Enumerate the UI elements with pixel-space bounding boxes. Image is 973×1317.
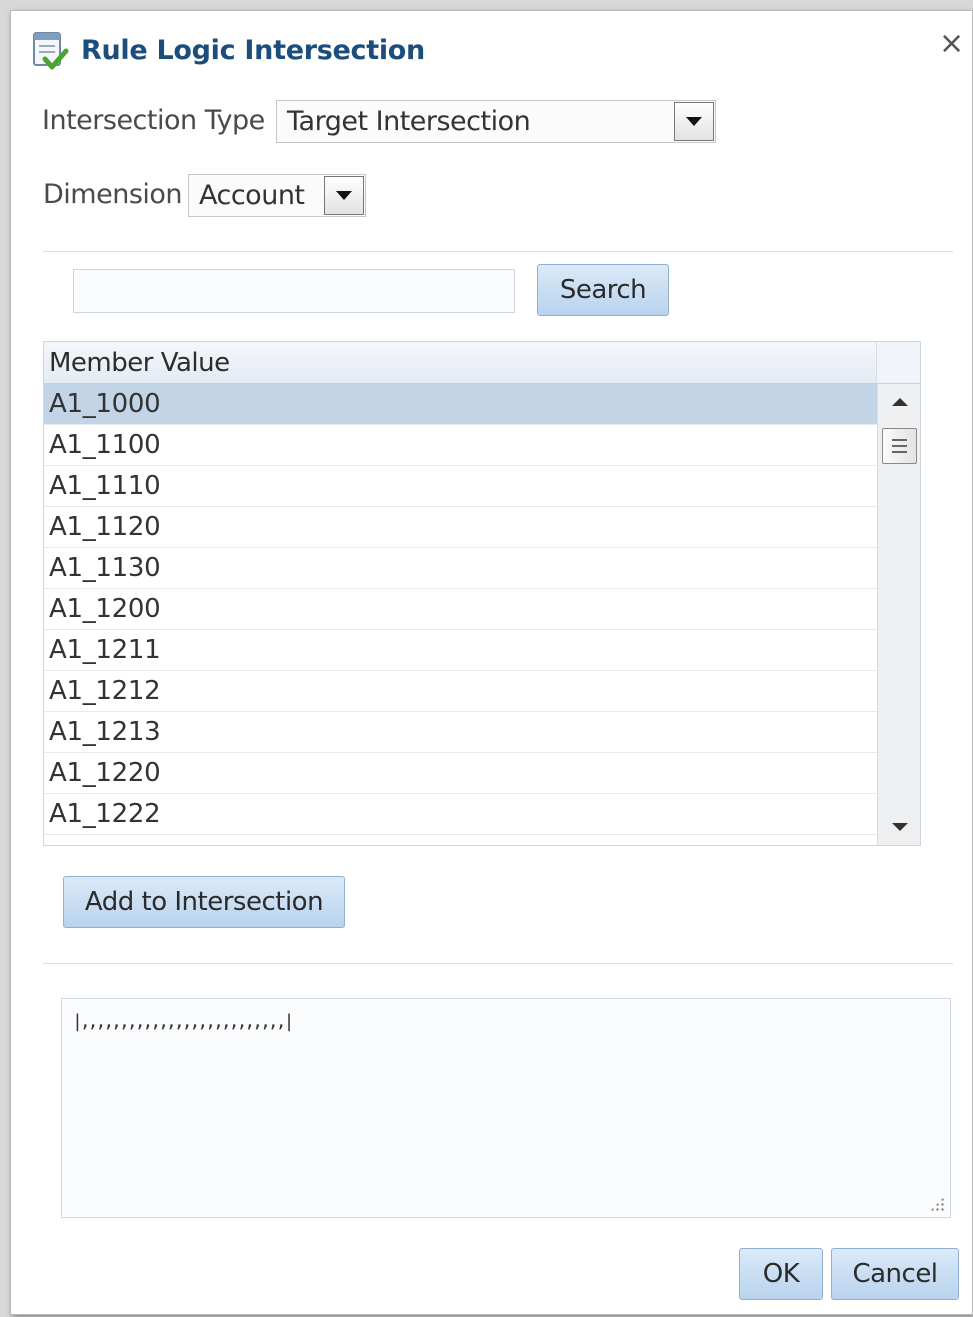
scroll-thumb[interactable]	[882, 428, 917, 464]
intersection-textarea[interactable]: |,,,,,,,,,,,,,,,,,,,,,,,,,,|	[61, 998, 951, 1218]
close-icon[interactable]: ×	[939, 29, 964, 59]
table-row[interactable]: A1_1220	[44, 753, 877, 794]
table-row[interactable]: A1_1212	[44, 671, 877, 712]
dialog-title: Rule Logic Intersection	[81, 35, 425, 66]
checklist-icon	[33, 32, 69, 70]
dimension-label: Dimension	[43, 179, 183, 210]
resize-grip-icon[interactable]	[930, 1197, 944, 1211]
chevron-down-icon[interactable]	[324, 176, 364, 215]
dimension-value: Account	[199, 180, 305, 211]
ok-button[interactable]: OK	[739, 1248, 823, 1300]
intersection-text: |,,,,,,,,,,,,,,,,,,,,,,,,,,|	[72, 1011, 294, 1032]
intersection-type-select[interactable]: Target Intersection	[276, 100, 716, 143]
divider	[43, 251, 953, 252]
chevron-down-icon[interactable]	[674, 102, 714, 141]
search-button[interactable]: Search	[537, 264, 669, 316]
scroll-down-icon[interactable]	[892, 823, 908, 831]
search-input[interactable]	[73, 269, 515, 313]
table-row[interactable]: A1_1000	[44, 384, 877, 425]
intersection-type-label: Intersection Type	[42, 105, 265, 136]
column-header-label: Member Value	[49, 348, 230, 378]
intersection-type-value: Target Intersection	[287, 106, 531, 137]
table-rows: A1_1000 A1_1100 A1_1110 A1_1120 A1_1130 A1_12…	[44, 384, 877, 835]
rule-logic-intersection-dialog: Rule Logic Intersection × Intersection T…	[10, 10, 973, 1315]
table-row[interactable]: A1_1222	[44, 794, 877, 835]
add-to-intersection-button[interactable]: Add to Intersection	[63, 876, 345, 928]
dimension-select[interactable]: Account	[188, 174, 366, 217]
divider	[43, 963, 953, 964]
scroll-up-icon[interactable]	[892, 398, 908, 406]
table-row[interactable]: A1_1211	[44, 630, 877, 671]
table-row[interactable]: A1_1110	[44, 466, 877, 507]
table-row[interactable]: A1_1100	[44, 425, 877, 466]
member-value-table: Member Value A1_1000 A1_1100 A1_1110 A1_112…	[43, 341, 921, 846]
table-row[interactable]: A1_1200	[44, 589, 877, 630]
table-row[interactable]: A1_1130	[44, 548, 877, 589]
table-row[interactable]: A1_1120	[44, 507, 877, 548]
vertical-scrollbar[interactable]	[877, 384, 920, 845]
cancel-button[interactable]: Cancel	[831, 1248, 959, 1300]
table-row[interactable]: A1_1213	[44, 712, 877, 753]
header-corner	[877, 342, 920, 384]
column-header-member-value[interactable]: Member Value	[44, 342, 877, 384]
